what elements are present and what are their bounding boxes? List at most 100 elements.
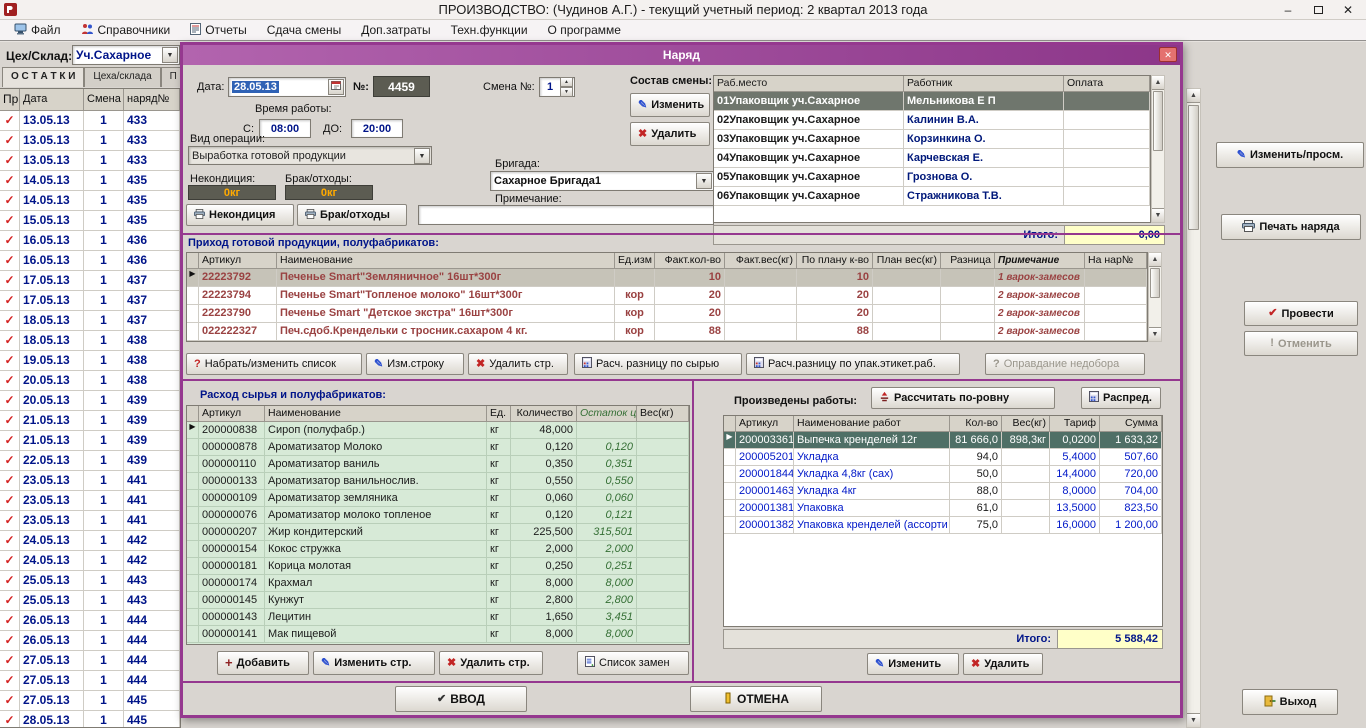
maximize-button[interactable] [1304,1,1332,19]
table-row[interactable]: 000000109 Ароматизатор земляника кг 0,060 0,… [187,490,689,507]
menu-reports[interactable]: Отчеты [182,21,254,40]
table-row[interactable]: ✓ 13.05.13 1 433 [0,151,180,171]
table-row[interactable]: 000000141 Мак пищевой кг 8,000 8,000 [187,626,689,643]
table-row[interactable]: 000000878 Ароматизатор Молоко кг 0,120 0,120 [187,439,689,456]
table-row[interactable]: ✓ 19.05.13 1 438 [0,351,180,371]
table-row[interactable]: ✓ 27.05.13 1 444 [0,671,180,691]
table-row[interactable]: 200001382 Упаковка кренделей (ассорти 75,0… [724,517,1162,534]
menu-tech-functions[interactable]: Техн.функции [443,21,536,39]
table-row[interactable]: ✓ 27.05.13 1 444 [0,651,180,671]
scroll-thumb[interactable] [1188,105,1199,230]
scroll-up-icon[interactable]: ▲ [1187,89,1200,103]
table-row[interactable]: 000000181 Корица молотая кг 0,250 0,251 [187,558,689,575]
table-row[interactable]: ✓ 20.05.13 1 438 [0,371,180,391]
table-row[interactable]: 200001844 Укладка 4,8кг (сах) 50,0 14,4000 7… [724,466,1162,483]
table-row[interactable]: 22223794 Печенье Smart"Топленое молоко" 1… [187,287,1147,305]
works-table[interactable]: Артикул Наименование работ Кол-во Вес(кг) Та… [723,415,1163,627]
prihod-scrollbar[interactable]: ▲ ▼ [1148,252,1162,342]
table-row[interactable]: ✓ 23.05.13 1 441 [0,471,180,491]
table-row[interactable]: 200000838Сироп (полуфабр.)кг48,000 [187,422,689,439]
rashod-delete-button[interactable]: ✖ Удалить стр. [439,651,543,675]
table-row[interactable]: ✓ 20.05.13 1 439 [0,391,180,411]
table-row[interactable]: 02Упаковщик уч.Сахарное Калинин В.А. [714,111,1150,130]
table-row[interactable]: ✓ 25.05.13 1 443 [0,571,180,591]
table-row[interactable]: ✓ 22.05.13 1 439 [0,451,180,471]
calendar-icon[interactable] [328,79,344,95]
time-to-field[interactable]: 20:00 [351,119,403,138]
table-row[interactable]: ✓ 21.05.13 1 439 [0,431,180,451]
table-row[interactable]: 200003361Выпечка кренделей 12г81 666,089… [724,432,1162,449]
operation-select[interactable]: Выработка готовой продукции ▼ [188,146,432,165]
nekond-button[interactable]: Некондиция [186,204,294,226]
chevron-down-icon[interactable]: ▼ [414,147,430,164]
orders-scrollbar[interactable]: ▲ ▼ [1186,88,1201,728]
table-row[interactable]: 000000174 Крахмал кг 8,000 8,000 [187,575,689,592]
table-row[interactable]: ✓ 17.05.13 1 437 [0,271,180,291]
prihod-edit-row-button[interactable]: ✎ Изм.строку [366,353,464,375]
table-row[interactable]: 000000143 Лецитин кг 1,650 3,451 [187,609,689,626]
scroll-thumb[interactable] [1150,268,1160,298]
table-row[interactable]: ✓ 14.05.13 1 435 [0,191,180,211]
note-input[interactable] [418,205,714,225]
table-row[interactable]: 05Упаковщик уч.Сахарное Грознова О. [714,168,1150,187]
dialog-close-button[interactable]: ✕ [1159,47,1177,62]
ok-button[interactable]: ✔ ВВОД [395,686,527,712]
team-scrollbar[interactable]: ▲ ▼ [1151,75,1165,223]
workshop-select[interactable]: Уч.Сахарное ▼ [72,45,180,65]
table-row[interactable]: 200005201 Укладка 94,0 5,4000 507,60 [724,449,1162,466]
table-row[interactable]: 06Упаковщик уч.Сахарное Стражникова Т.В. [714,187,1150,206]
calc-raw-diff-button[interactable]: Расч. разницу по сырью [574,353,742,375]
scroll-down-icon[interactable]: ▼ [1187,713,1200,727]
table-row[interactable]: 03Упаковщик уч.Сахарное Корзинкина О. [714,130,1150,149]
substitution-list-button[interactable]: Список замен [577,651,689,675]
table-row[interactable]: 22223792Печенье Smart"Земляничное" 16шт*… [187,269,1147,287]
table-row[interactable]: 000000076 Ароматизатор молоко топленое кг 0… [187,507,689,524]
table-row[interactable]: 22223790 Печенье Smart "Детское экстра" 1… [187,305,1147,323]
table-row[interactable]: ✓ 25.05.13 1 443 [0,591,180,611]
table-row[interactable]: 000000145 Кунжут кг 2,800 2,800 [187,592,689,609]
menu-about[interactable]: О программе [540,21,629,39]
table-row[interactable]: 000000154 Кокос стружка кг 2,000 2,000 [187,541,689,558]
rashod-edit-button[interactable]: ✎ Изменить стр. [313,651,435,675]
table-row[interactable]: ✓ 28.05.13 1 445 [0,711,180,727]
table-row[interactable]: 200001463 Укладка 4кг 88,0 8,0000 704,00 [724,483,1162,500]
table-row[interactable]: ✓ 17.05.13 1 437 [0,291,180,311]
scroll-down-icon[interactable]: ▼ [1149,327,1161,341]
table-row[interactable]: ✓ 18.05.13 1 438 [0,331,180,351]
table-row[interactable]: ✓ 24.05.13 1 442 [0,531,180,551]
date-field[interactable]: 28.05.13 [228,77,346,97]
table-row[interactable]: 04Упаковщик уч.Сахарное Карчевская Е. [714,149,1150,168]
time-from-field[interactable]: 08:00 [259,119,311,138]
orders-table[interactable]: Пр. Дата Смена наряд№ ✓ 13.05.13 1 433 ✓ 13.05.1… [0,88,181,728]
brigade-select[interactable]: Сахарное Бригада1 ▼ [490,171,714,191]
calc-evenly-button[interactable]: Рассчитать по-ровну [871,387,1055,409]
post-button[interactable]: ✔ Провести [1244,301,1358,326]
minimize-button[interactable]: – [1274,1,1302,19]
team-edit-button[interactable]: ✎ Изменить [630,93,710,117]
rashod-table[interactable]: Артикул Наименование Ед. Количество Остаток … [186,405,690,645]
close-button[interactable]: ✕ [1334,1,1362,19]
table-row[interactable]: ✓ 26.05.13 1 444 [0,611,180,631]
prihod-list-button[interactable]: ? Набрать/изменить список [186,353,362,375]
spin-down-icon[interactable]: ▼ [560,87,573,97]
scroll-thumb[interactable] [1153,91,1163,151]
team-table[interactable]: Раб.место Работник Оплата 01Упаковщик уч.С… [713,75,1151,223]
table-row[interactable]: ✓ 16.05.13 1 436 [0,251,180,271]
table-row[interactable]: 000000207 Жир кондитерский кг 225,500 315,50… [187,524,689,541]
table-row[interactable]: ✓ 27.05.13 1 445 [0,691,180,711]
table-row[interactable]: ✓ 26.05.13 1 444 [0,631,180,651]
menu-references[interactable]: Справочники [73,21,179,40]
works-delete-button[interactable]: ✖ Удалить [963,653,1043,675]
tab-ceha-sklada[interactable]: Цеха/склада [84,67,161,87]
prihod-delete-row-button[interactable]: ✖ Удалить стр. [468,353,568,375]
table-row[interactable]: ✓ 21.05.13 1 439 [0,411,180,431]
table-row[interactable]: 200001381 Упаковка 61,0 13,5000 823,50 [724,500,1162,517]
table-row[interactable]: 01Упаковщик уч.Сахарное Мельникова Е П [714,92,1150,111]
table-row[interactable]: ✓ 13.05.13 1 433 [0,111,180,131]
table-row[interactable]: 000000133 Ароматизатор ванильнослив. кг 0,5… [187,473,689,490]
table-row[interactable]: ✓ 24.05.13 1 442 [0,551,180,571]
table-row[interactable]: ✓ 13.05.13 1 433 [0,131,180,151]
print-order-button[interactable]: Печать наряда [1221,214,1361,240]
scroll-down-icon[interactable]: ▼ [1152,208,1164,222]
tab-ostatki[interactable]: О С Т А Т К И [2,67,85,87]
